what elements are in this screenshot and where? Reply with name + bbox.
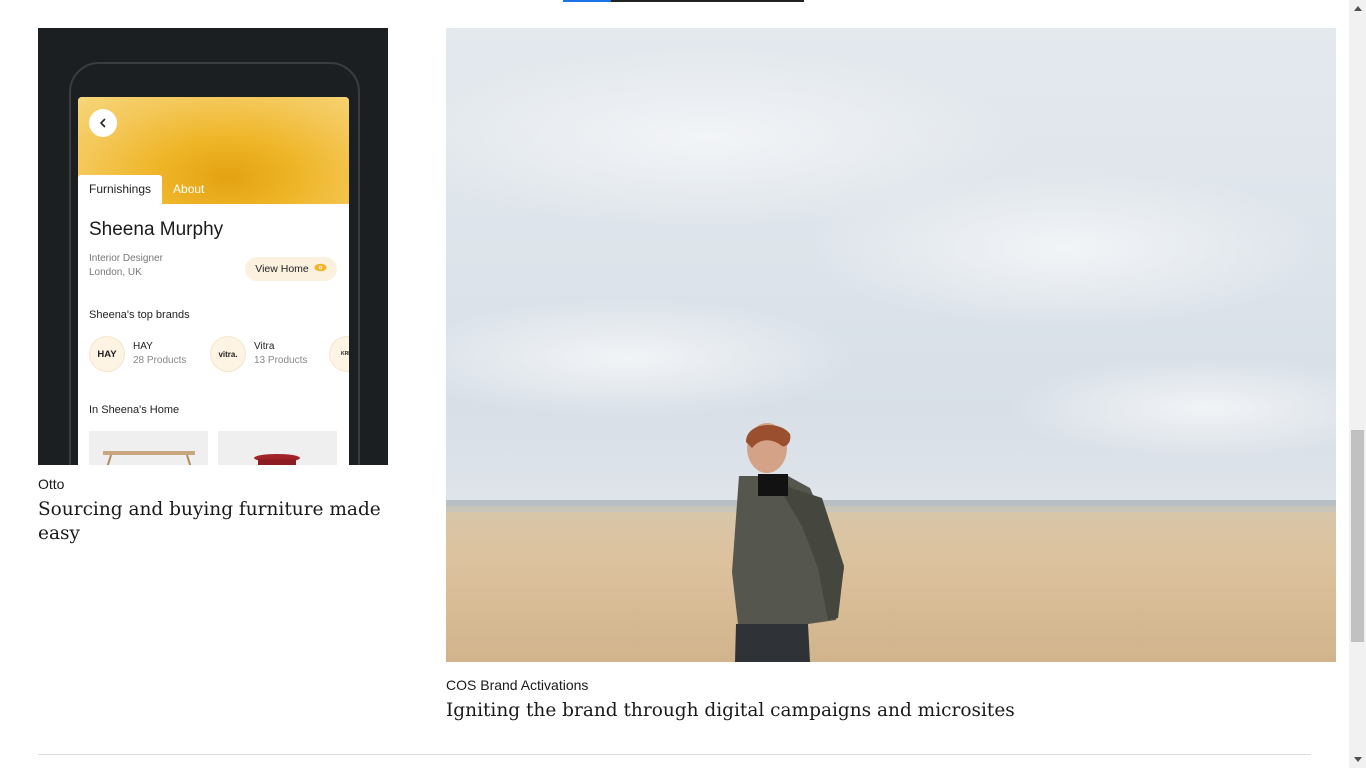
view-home-label: View Home (255, 263, 309, 275)
view-home-button: View Home (245, 257, 337, 281)
brand-item: vitra. Vitra 13 Products (210, 336, 307, 372)
tab-about: About (173, 182, 205, 196)
project-category: COS Brand Activations (446, 677, 589, 693)
project-title[interactable]: Sourcing and buying furniture made easy (38, 498, 418, 546)
project-thumbnail[interactable]: Furnishings About Sheena Murphy Interior… (38, 28, 388, 465)
product-tile-stool (218, 431, 337, 465)
beach-photo (446, 48, 1336, 662)
tab-furnishings: Furnishings (78, 175, 163, 204)
profile-location: London, UK (89, 267, 142, 278)
scrollbar-thumb[interactable] (1351, 430, 1364, 642)
product-tile-table (89, 431, 208, 465)
profile-tabs: Furnishings About (78, 175, 215, 204)
top-brands-heading: Sheena's top brands (89, 309, 190, 321)
back-arrow-icon (89, 109, 117, 137)
app-screen: Furnishings About Sheena Murphy Interior… (78, 97, 349, 465)
page-progress-bar (563, 0, 804, 2)
page-progress-fill (563, 0, 612, 2)
brand-product-count: 28 Products (133, 355, 187, 366)
brand-item: HAY HAY 28 Products (89, 336, 186, 372)
project-title[interactable]: Igniting the brand through digital campa… (446, 699, 1336, 723)
scroll-down-arrow-icon[interactable] (1349, 751, 1366, 768)
home-heading: In Sheena's Home (89, 404, 180, 416)
project-card-cos[interactable]: COS Brand Activations Igniting the brand… (446, 28, 1336, 723)
brand-logo: vitra. (210, 336, 246, 372)
brand-logo: KRIS (329, 336, 349, 372)
brand-item: KRIS (329, 336, 349, 372)
brand-list: HAY HAY 28 Products vitra. Vitra 13 Prod… (89, 336, 349, 376)
product-list (89, 431, 349, 465)
brand-logo: HAY (89, 336, 125, 372)
profile-name: Sheena Murphy (89, 219, 224, 240)
brand-name: Vitra (254, 341, 275, 352)
project-category: Otto (38, 476, 65, 492)
brand-name: HAY (133, 341, 153, 352)
vertical-scrollbar[interactable] (1349, 0, 1366, 768)
project-card-otto[interactable]: Furnishings About Sheena Murphy Interior… (38, 28, 418, 546)
profile-role: Interior Designer (89, 253, 163, 264)
brand-product-count: 13 Products (254, 355, 308, 366)
eye-icon (314, 263, 327, 275)
scroll-up-arrow-icon[interactable] (1349, 0, 1366, 17)
section-divider (38, 754, 1311, 755)
project-thumbnail[interactable] (446, 28, 1336, 662)
